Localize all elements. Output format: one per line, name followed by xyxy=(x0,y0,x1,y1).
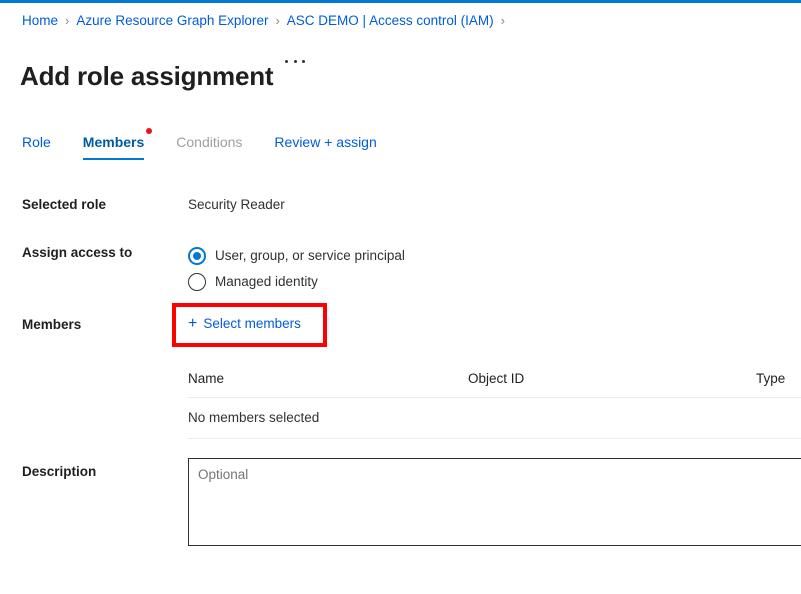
tab-review-assign-label: Review + assign xyxy=(274,134,377,150)
breadcrumb-separator-icon: › xyxy=(500,13,505,28)
breadcrumb-item-asc-demo-access-control[interactable]: ASC DEMO | Access control (IAM) xyxy=(287,12,494,30)
breadcrumb-separator-icon: › xyxy=(275,13,280,28)
members-label: Members xyxy=(22,317,82,332)
top-accent-bar xyxy=(0,0,801,3)
selected-role-value: Security Reader xyxy=(188,197,285,212)
page-title: Add role assignment xyxy=(20,61,274,92)
select-members-button-label: Select members xyxy=(203,316,301,331)
ellipsis-dot xyxy=(285,59,288,63)
tab-role-label: Role xyxy=(22,134,51,150)
radio-user-group-service-principal-label: User, group, or service principal xyxy=(215,248,405,263)
radio-user-group-service-principal[interactable]: User, group, or service principal xyxy=(188,243,405,269)
breadcrumb: Home › Azure Resource Graph Explorer › A… xyxy=(22,12,512,30)
radio-managed-identity[interactable]: Managed identity xyxy=(188,269,405,295)
required-indicator-dot-icon xyxy=(146,128,153,134)
assign-access-to-radio-group: User, group, or service principal Manage… xyxy=(188,243,405,295)
description-label: Description xyxy=(22,464,97,479)
tab-review-assign[interactable]: Review + assign xyxy=(274,132,376,160)
members-table-empty-row: No members selected xyxy=(188,398,801,439)
ellipsis-dot xyxy=(293,59,297,63)
tab-members-label: Members xyxy=(82,134,145,150)
tab-role[interactable]: Role xyxy=(22,132,51,160)
members-table-empty-message: No members selected xyxy=(188,410,320,425)
members-table-header-row: Name Object ID Type xyxy=(188,370,801,398)
members-table-column-name: Name xyxy=(188,371,225,386)
tab-conditions: Conditions xyxy=(176,132,242,160)
radio-managed-identity-label: Managed identity xyxy=(215,274,318,289)
breadcrumb-item-home[interactable]: Home xyxy=(22,12,58,30)
tab-members[interactable]: Members xyxy=(82,128,153,160)
radio-unselected-icon xyxy=(188,273,206,291)
select-members-button[interactable]: + Select members xyxy=(188,313,305,335)
tab-conditions-label: Conditions xyxy=(176,134,243,150)
selected-role-label: Selected role xyxy=(22,197,107,212)
description-textarea[interactable] xyxy=(189,459,801,545)
ellipsis-dot xyxy=(302,59,305,63)
more-commands-ellipsis-icon[interactable] xyxy=(285,51,305,71)
assign-access-to-label: Assign access to xyxy=(22,245,133,260)
wizard-tab-list: Role Members Conditions Review + assign xyxy=(22,128,409,164)
members-table: Name Object ID Type No members selected xyxy=(188,370,801,439)
breadcrumb-item-azure-resource-graph-explorer[interactable]: Azure Resource Graph Explorer xyxy=(76,12,268,30)
description-field-wrapper[interactable] xyxy=(188,458,801,546)
plus-icon: + xyxy=(188,315,198,332)
radio-selected-icon xyxy=(188,247,206,265)
members-table-column-type: Type xyxy=(756,371,786,386)
members-table-column-object-id: Object ID xyxy=(468,371,525,386)
breadcrumb-separator-icon: › xyxy=(65,13,70,28)
